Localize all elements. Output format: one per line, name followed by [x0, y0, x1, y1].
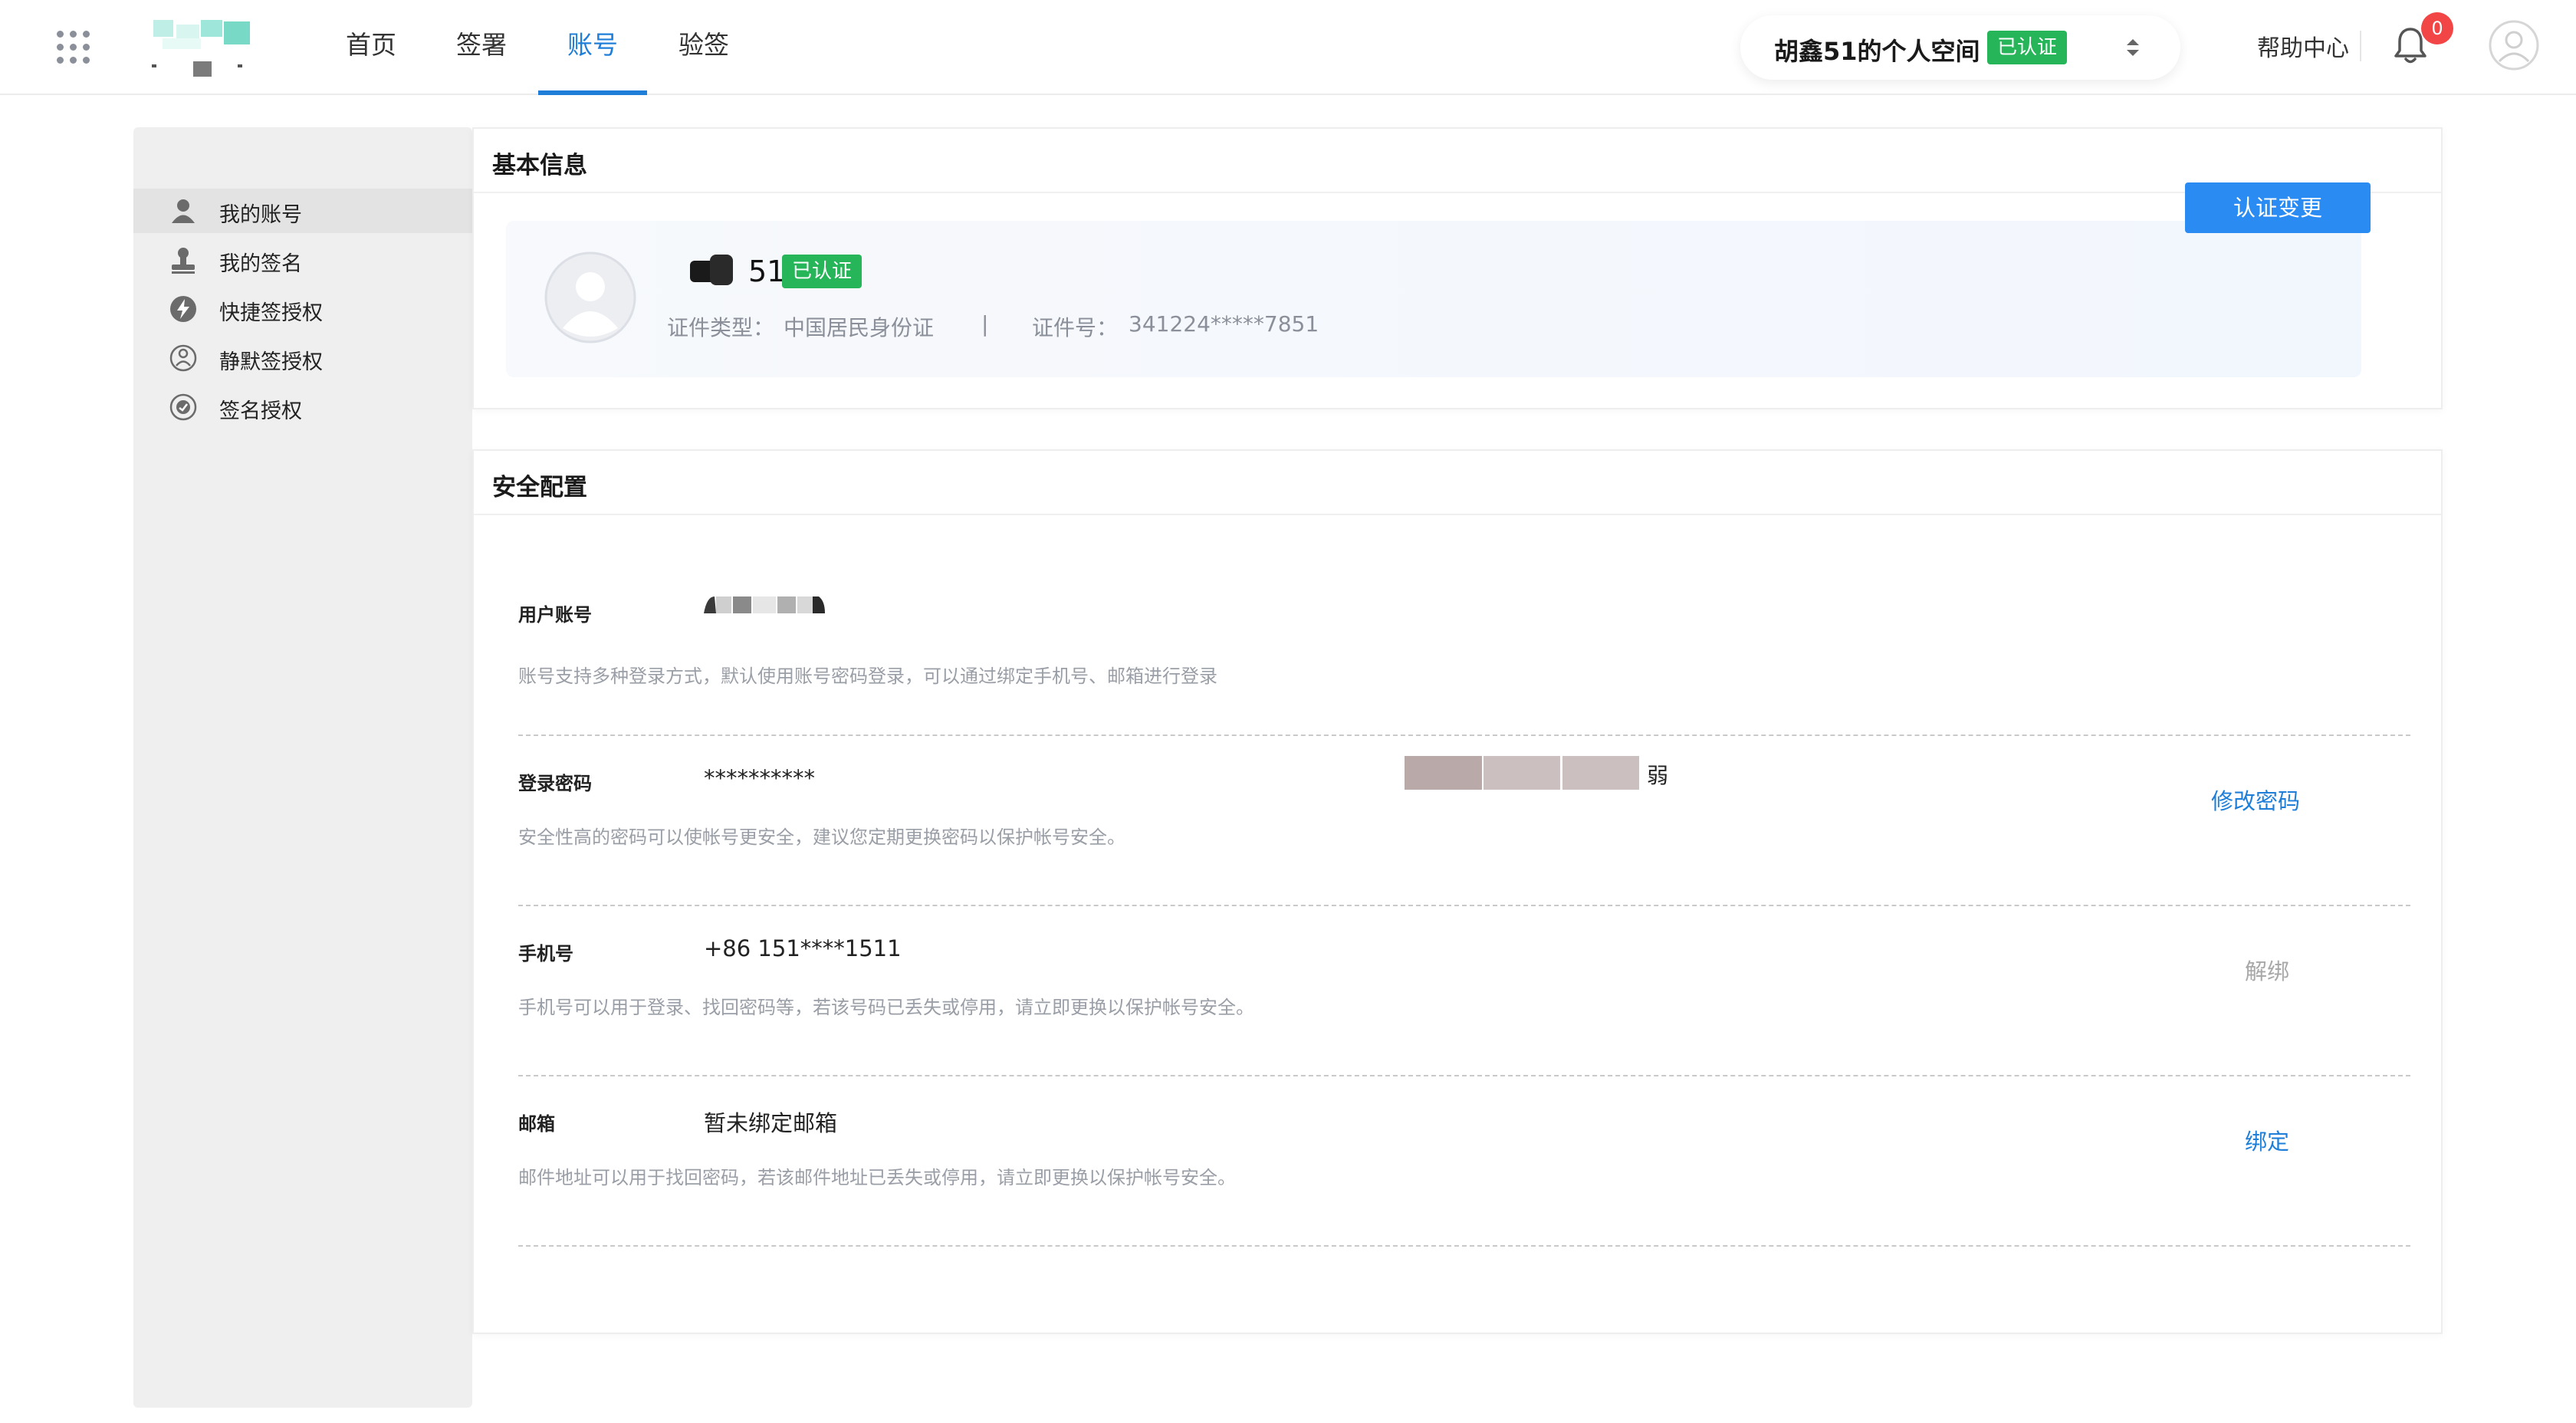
unbind-phone-link[interactable]: 解绑: [2245, 954, 2289, 986]
switch-updown-icon[interactable]: [2121, 35, 2145, 60]
sidebar-item-my-signature[interactable]: 我的签名: [133, 238, 472, 282]
tab-verify[interactable]: 验签: [675, 0, 733, 95]
security-title: 安全配置: [492, 474, 587, 501]
account-row: 用户账号 账号支持多种登录方式，默认使用账号密码登录，可以通过绑定手机号、邮箱进…: [518, 566, 2410, 736]
email-row: 邮箱 暂未绑定邮箱 邮件地址可以用于找回密码，若该邮件地址已丢失或停用，请立即更…: [518, 1076, 2410, 1247]
email-description: 邮件地址可以用于找回密码，若该邮件地址已丢失或停用，请立即更换以保护帐号安全。: [518, 1167, 1236, 1188]
email-label: 邮箱: [518, 1113, 555, 1135]
stamp-icon: [172, 248, 195, 274]
tab-home[interactable]: 首页: [342, 0, 400, 95]
sidebar-item-quick-sign-auth[interactable]: 快捷签授权: [133, 287, 472, 331]
phone-value: +86 151****1511: [704, 935, 902, 961]
user-avatar[interactable]: [2489, 20, 2539, 71]
password-value: **********: [704, 765, 815, 791]
id-separator: |: [981, 311, 989, 337]
identity-panel: 51 已认证 证件类型： 中国居民身份证 | 证件号： 341224*****7…: [506, 221, 2361, 377]
basic-info-card: 基本信息 51 已认证 证件类型： 中国居民身份证 | 证件号： 341224*…: [472, 127, 2443, 409]
card-header: 基本信息: [474, 129, 2441, 193]
card-header: 安全配置: [474, 451, 2441, 515]
password-label: 登录密码: [518, 773, 592, 794]
account-label: 用户账号: [518, 604, 592, 626]
app-grid-icon[interactable]: [57, 31, 90, 64]
header-divider: [2360, 31, 2361, 61]
phone-description: 手机号可以用于登录、找回密码等，若该号码已丢失或停用，请立即更换以保护帐号安全。: [518, 997, 1254, 1018]
id-type-value: 中国居民身份证: [784, 315, 935, 340]
silent-sign-icon: [169, 344, 197, 372]
name-redaction-mask: [690, 255, 733, 285]
notification-count-badge: 0: [2421, 12, 2453, 44]
sidebar-item-silent-sign-auth[interactable]: 静默签授权: [133, 336, 472, 380]
verified-badge: 已认证: [782, 255, 862, 288]
password-description: 安全性高的密码可以使帐号更安全，建议您定期更换密码以保护帐号安全。: [518, 827, 1125, 848]
tab-account[interactable]: 账号: [538, 0, 647, 95]
strength-fill: [1405, 756, 1482, 790]
signature-auth-icon: [169, 393, 197, 421]
security-card: 安全配置 用户账号 账号支持多种登录方式，默认使用账号密码登录，可以通过绑定手机…: [472, 449, 2443, 1334]
password-strength-bar: [1405, 756, 1639, 790]
strength-segment: [1562, 756, 1639, 790]
lightning-icon: [170, 296, 196, 322]
verified-badge: 已认证: [1987, 31, 2067, 64]
sidebar-item-my-account[interactable]: 我的账号: [133, 189, 472, 233]
account-redaction-mask: [704, 596, 825, 613]
basic-info-title: 基本信息: [492, 152, 587, 179]
sidebar-item-label: 签名授权: [219, 399, 302, 423]
password-row: 登录密码 ********** 弱 安全性高的密码可以使帐号更安全，建议您定期更…: [518, 736, 2410, 906]
phone-row: 手机号 +86 151****1511 手机号可以用于登录、找回密码等，若该号码…: [518, 906, 2410, 1076]
id-number-value: 341224*****7851: [1129, 311, 1319, 337]
help-center-link[interactable]: 帮助中心: [2257, 29, 2349, 63]
account-description: 账号支持多种登录方式，默认使用账号密码登录，可以通过绑定手机号、邮箱进行登录: [518, 665, 1217, 687]
sidebar: 我的账号 我的签名 快捷签授权 静默签授权 签名授权: [133, 127, 472, 1408]
id-type-label: 证件类型：: [667, 315, 775, 340]
sidebar-item-label: 快捷签授权: [219, 301, 323, 325]
avatar: [544, 251, 636, 343]
brand-logo[interactable]: [147, 15, 255, 80]
bind-email-link[interactable]: 绑定: [2245, 1124, 2289, 1156]
tab-sign[interactable]: 签署: [452, 0, 511, 95]
space-switcher[interactable]: 胡鑫51的个人空间 已认证: [1740, 15, 2180, 80]
sidebar-item-label: 我的签名: [219, 252, 302, 276]
sidebar-item-signature-auth[interactable]: 签名授权: [133, 385, 472, 429]
change-password-link[interactable]: 修改密码: [2211, 784, 2300, 816]
change-verification-button[interactable]: 认证变更: [2185, 182, 2371, 233]
sidebar-item-label: 我的账号: [219, 203, 302, 227]
user-name: 51: [748, 255, 786, 288]
phone-label: 手机号: [518, 943, 573, 965]
strength-segment: [1484, 756, 1560, 790]
top-navigation-bar: 首页 签署 账号 验签 胡鑫51的个人空间 已认证 帮助中心 0: [0, 0, 2576, 95]
password-strength-text: 弱: [1647, 763, 1669, 788]
row-divider: [518, 1245, 2410, 1247]
sidebar-item-label: 静默签授权: [219, 350, 323, 374]
space-name: 胡鑫51的个人空间: [1774, 37, 1980, 66]
email-value: 暂未绑定邮箱: [704, 1110, 838, 1136]
user-icon: [172, 199, 195, 223]
id-number-label: 证件号：: [1032, 315, 1119, 340]
